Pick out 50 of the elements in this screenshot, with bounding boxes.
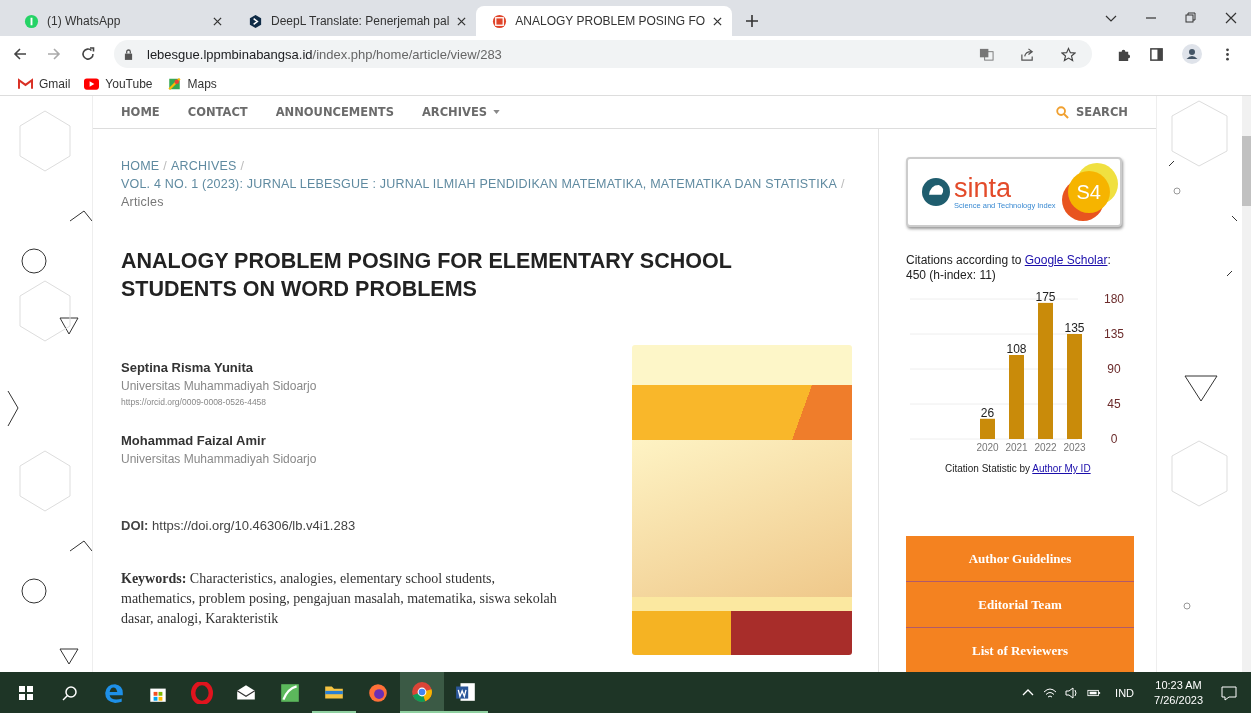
browser-tab[interactable]: (1) WhatsApp: [8, 6, 232, 36]
breadcrumb-separator: /: [163, 158, 167, 175]
bookmark-link[interactable]: YouTube: [84, 76, 153, 91]
browser-tab[interactable]: DeepL Translate: Penerjemah pal: [232, 6, 477, 36]
orcid-link[interactable]: https://orcid.org/0009-0008-0526-4458: [121, 395, 571, 410]
bookmark-link[interactable]: Gmail: [18, 76, 71, 91]
data-label: 135: [1064, 321, 1085, 335]
axis-tick-label: 180: [1104, 292, 1124, 306]
nav-link[interactable]: ARCHIVES: [421, 105, 501, 119]
url-text: lebesgue.lppmbinabangsa.id/index.php/home/article/view/283: [147, 46, 502, 62]
citation-credit-text: Citation Statistic by Author My ID: [945, 463, 1092, 474]
axis-tick-label: 2021: [1005, 442, 1028, 453]
data-label: 26: [980, 405, 995, 420]
search-link[interactable]: SEARCH: [1056, 105, 1128, 119]
clock[interactable]: 10:23 AM 7/26/2023: [1154, 677, 1203, 708]
author-name: Septina Risma Yunita: [121, 359, 254, 377]
tab-title: DeepL Translate: Penerjemah pal: [271, 14, 450, 28]
author-name: Mohammad Faizal Amir: [121, 432, 267, 450]
breadcrumb-link[interactable]: VOL. 4 NO. 1 (2023): JURNAL LEBESGUE : JURNAL ILMIAH PENDIDIKAN MATEMATIKA, MATEMATIKA DAN STATISTIKA: [121, 175, 837, 193]
axis-tick-label: 2022: [1034, 442, 1057, 453]
tab-title: (1) WhatsApp: [47, 14, 122, 28]
axis-tick-label: 90: [1107, 362, 1121, 376]
breadcrumb-separator: /: [840, 176, 845, 193]
axis-tick-label: 2023: [1063, 442, 1086, 453]
breadcrumb-separator: /: [240, 158, 245, 175]
browser-tab[interactable]: ANALOGY PROBLEM POSING FO: [476, 6, 733, 36]
citations-text: Citations according to Google Scholar: 450 (h-index: 11): [906, 253, 1112, 283]
author-affiliation: Universitas Muhammadiyah Sidoarjo: [121, 451, 318, 468]
bookmark-link[interactable]: Maps: [166, 76, 217, 91]
breadcrumb-link[interactable]: HOME: [121, 157, 160, 175]
axis-tick-label: 135: [1104, 327, 1124, 341]
article-title: ANALOGY PROBLEM POSING FOR ELEMENTARY SCHOOL STUDENTS ON WORD PROBLEMS: [121, 248, 733, 303]
data-label: 175: [1035, 289, 1056, 304]
keywords-text: Keywords: Characteristics, analogies, elementary school students, mathematics, problem posing, pengajuan masalah, matematika, siswa sekolah dasar, analogi, Karakteristik: [121, 570, 558, 628]
axis-tick-label: 2020: [976, 442, 999, 453]
tab-title: ANALOGY PROBLEM POSING FO: [515, 14, 706, 28]
language-indicator[interactable]: IND: [1115, 686, 1135, 699]
author-affiliation: Universitas Muhammadiyah Sidoarjo: [121, 378, 318, 395]
author-my-id-link[interactable]: Author My ID: [1032, 463, 1091, 474]
data-label: 108: [1006, 342, 1027, 356]
nav-link[interactable]: CONTACT: [187, 105, 248, 119]
axis-tick-label: 0: [1110, 432, 1118, 446]
nav-link[interactable]: ANNOUNCEMENTS: [275, 105, 394, 119]
nav-link[interactable]: HOME: [121, 105, 160, 119]
doi-text: DOI: https://doi.org/10.46306/lb.v4i1.283: [121, 518, 357, 533]
sinta-logo-text: sinta: [954, 174, 1013, 201]
breadcrumb-link[interactable]: ARCHIVES: [171, 157, 237, 175]
breadcrumb-current: Articles: [121, 194, 164, 211]
axis-tick-label: 45: [1107, 397, 1121, 411]
address-bar[interactable]: lebesgue.lppmbinabangsa.id/index.php/home/article/view/283: [114, 40, 1092, 68]
